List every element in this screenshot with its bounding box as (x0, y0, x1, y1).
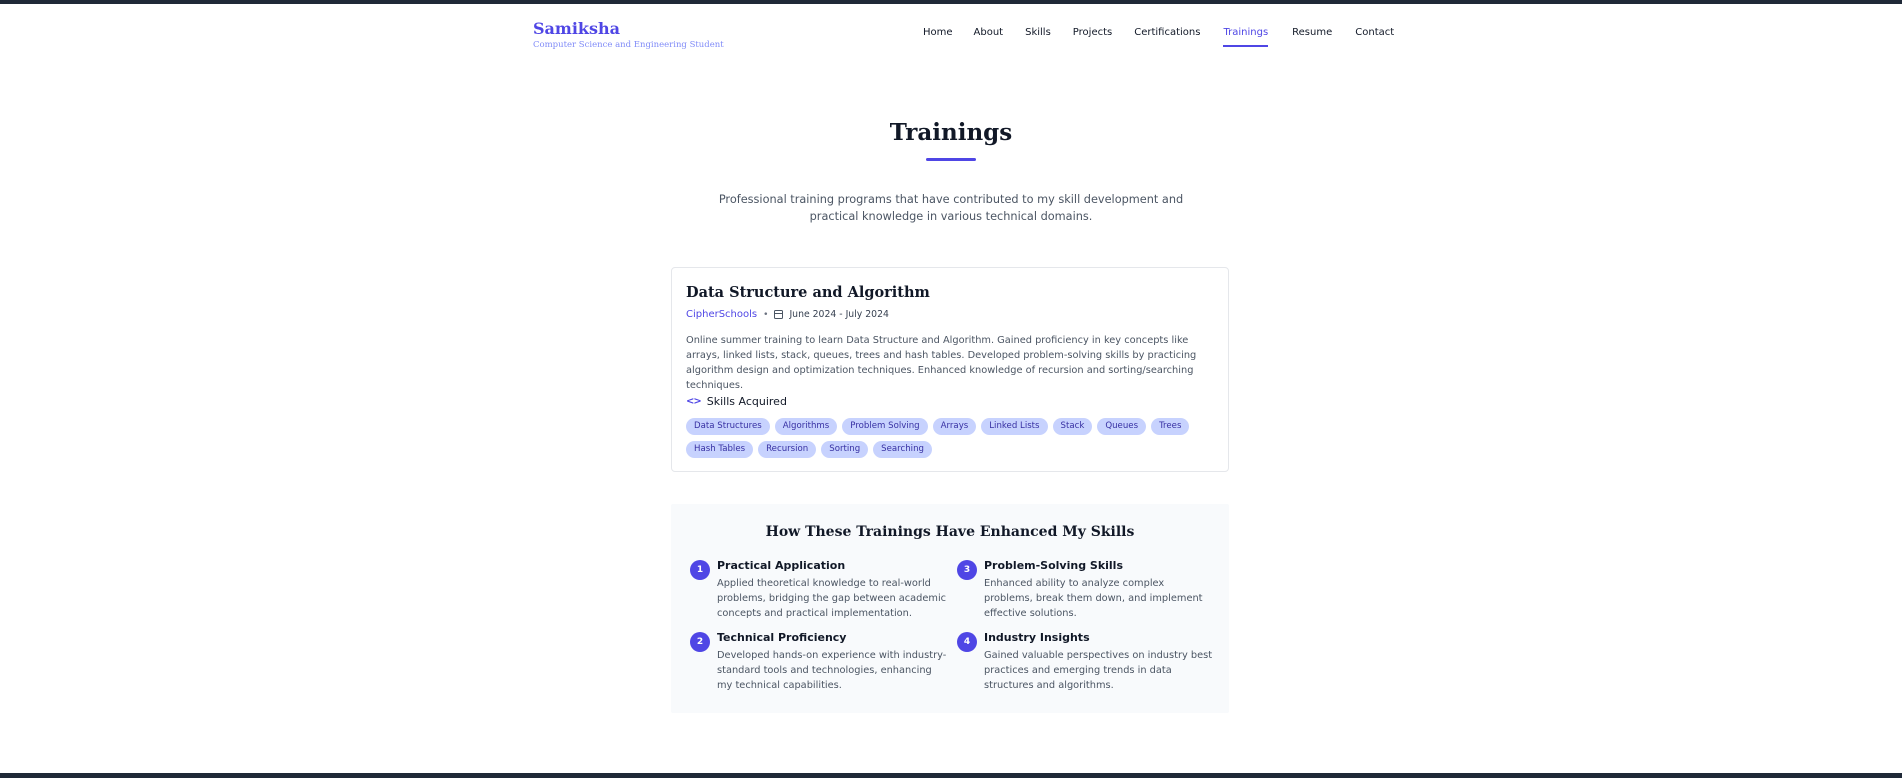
brand-name[interactable]: Samiksha (533, 19, 724, 39)
skills-enhancement-panel: How These Trainings Have Enhanced My Ski… (671, 504, 1229, 713)
brand-subtitle: Computer Science and Engineering Student (533, 40, 724, 50)
training-card: Data Structure and Algorithm CipherSchoo… (671, 267, 1229, 472)
point-title: Industry Insights (984, 631, 1090, 644)
skill-tag: Trees (1151, 418, 1190, 435)
point-title: Technical Proficiency (717, 631, 847, 644)
nav-about[interactable]: About (974, 27, 1004, 44)
skills-tags: Data Structures Algorithms Problem Solvi… (686, 418, 1206, 458)
brand[interactable]: Samiksha Computer Science and Engineerin… (533, 19, 724, 50)
skill-tag: Linked Lists (981, 418, 1048, 435)
point-title: Practical Application (717, 559, 846, 572)
window-top-border (0, 0, 1902, 4)
point-text: Applied theoretical knowledge to real-wo… (717, 578, 947, 619)
enhancement-title: How These Trainings Have Enhanced My Ski… (765, 524, 1135, 540)
nav-trainings[interactable]: Trainings (1223, 27, 1268, 47)
skill-tag: Recursion (758, 441, 817, 458)
page-intro: Professional training programs that have… (718, 193, 1184, 223)
skill-tag: Queues (1097, 418, 1147, 435)
training-title: Data Structure and Algorithm (686, 284, 930, 301)
point-text: Gained valuable perspectives on industry… (984, 650, 1213, 691)
training-meta: CipherSchools • June 2024 - July 2024 (686, 309, 889, 320)
skill-tag: Stack (1052, 418, 1093, 435)
calendar-icon (774, 310, 784, 319)
skill-tag: Algorithms (774, 418, 838, 435)
number-badge: 4 (957, 632, 977, 652)
nav-contact[interactable]: Contact (1355, 27, 1394, 44)
point-text: Enhanced ability to analyze complex prob… (984, 578, 1203, 619)
training-date: June 2024 - July 2024 (789, 309, 889, 320)
nav-certifications[interactable]: Certifications (1134, 27, 1200, 44)
training-organization[interactable]: CipherSchools (686, 309, 757, 320)
skills-heading: <> Skills Acquired (686, 395, 787, 408)
training-description: Online summer training to learn Data Str… (686, 335, 1197, 391)
point-text: Developed hands-on experience with indus… (717, 650, 947, 691)
skill-tag: Problem Solving (842, 418, 928, 435)
number-badge: 3 (957, 560, 977, 580)
page-title: Trainings (889, 119, 1013, 146)
main-nav: Home About Skills Projects Certification… (923, 27, 1394, 47)
skill-tag: Arrays (932, 418, 977, 435)
nav-projects[interactable]: Projects (1073, 27, 1112, 44)
skill-tag: Sorting (821, 441, 869, 458)
skills-heading-label: Skills Acquired (706, 395, 787, 408)
title-underline (926, 158, 976, 161)
point-title: Problem-Solving Skills (984, 559, 1123, 572)
number-badge: 1 (690, 560, 710, 580)
code-icon: <> (686, 396, 702, 407)
skill-tag: Data Structures (686, 418, 770, 435)
number-badge: 2 (690, 632, 710, 652)
window-bottom-border (0, 773, 1902, 778)
meta-separator: • (763, 309, 769, 320)
skill-tag: Hash Tables (686, 441, 754, 458)
nav-skills[interactable]: Skills (1025, 27, 1051, 44)
skill-tag: Searching (873, 441, 932, 458)
nav-resume[interactable]: Resume (1292, 27, 1332, 44)
nav-home[interactable]: Home (923, 27, 953, 44)
